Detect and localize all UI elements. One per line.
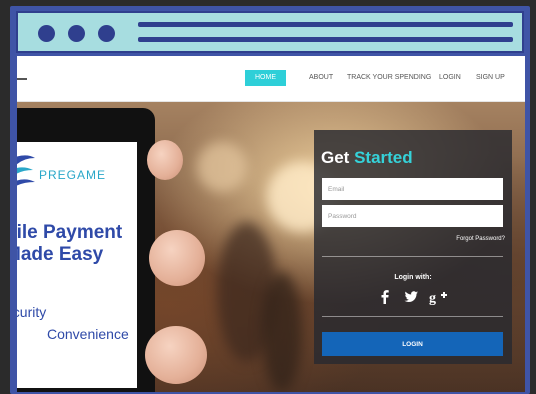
nav-logo[interactable] <box>17 78 27 80</box>
nav-item-signup[interactable]: SIGN UP <box>476 70 505 86</box>
login-with-label: Login with: <box>394 274 432 281</box>
top-navbar: HOME ABOUT TRACK YOUR SPENDING LOGIN SIG… <box>17 56 525 102</box>
smartphone-image: PREGAME bile Payment Made Easy ty ecurit… <box>17 108 155 392</box>
feature-text: ecurity <box>17 304 47 320</box>
nav-item-track-spending[interactable]: TRACK YOUR SPENDING <box>347 70 431 86</box>
window-control-dot[interactable] <box>68 25 85 42</box>
phone-screen: PREGAME bile Payment Made Easy ty ecurit… <box>17 142 137 388</box>
title-accent: Started <box>354 148 413 167</box>
divider <box>322 316 503 317</box>
twitter-icon[interactable] <box>402 288 420 306</box>
tagline-line-1: bile Payment <box>17 222 123 243</box>
pregame-logo-icon <box>17 155 35 186</box>
window-control-dot[interactable] <box>38 25 55 42</box>
logo-text: PREGAME <box>39 168 107 182</box>
title-plain: Get <box>321 148 350 167</box>
nav-item-home[interactable]: HOME <box>245 70 286 86</box>
finger-image <box>147 140 183 180</box>
window-control-dot[interactable] <box>98 25 115 42</box>
background-blur <box>197 142 247 192</box>
browser-mockup-frame: HOME ABOUT TRACK YOUR SPENDING LOGIN SIG… <box>10 6 530 394</box>
google-plus-icon[interactable]: g <box>428 288 450 306</box>
nav-item-about[interactable]: ABOUT <box>309 70 333 86</box>
finger-image <box>149 230 205 286</box>
panel-title: Get Started <box>321 148 413 168</box>
divider <box>322 256 503 257</box>
tagline-line-2: Made Easy <box>17 244 104 265</box>
feature-text: Convenience <box>47 326 129 342</box>
web-page-viewport: HOME ABOUT TRACK YOUR SPENDING LOGIN SIG… <box>17 56 525 392</box>
forgot-password-link[interactable]: Forgot Password? <box>456 236 505 242</box>
svg-text:g: g <box>429 291 436 306</box>
login-button[interactable]: LOGIN <box>322 332 503 356</box>
address-bar-line <box>138 37 513 42</box>
password-input[interactable] <box>322 205 503 227</box>
browser-title-bar <box>16 11 524 53</box>
finger-image <box>145 326 207 384</box>
background-blur <box>262 272 302 392</box>
email-input[interactable] <box>322 178 503 200</box>
hero-section: PREGAME bile Payment Made Easy ty ecurit… <box>17 102 525 392</box>
facebook-icon[interactable] <box>376 288 394 306</box>
get-started-panel: Get Started Forgot Password? Login with:… <box>314 130 512 364</box>
address-bar-line <box>138 22 513 27</box>
nav-item-login[interactable]: LOGIN <box>439 70 461 86</box>
